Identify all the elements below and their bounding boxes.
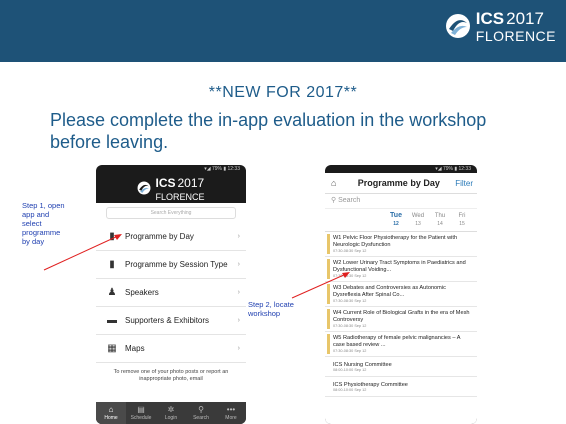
day-fri[interactable]: Fri 15 xyxy=(451,209,473,231)
ics-logo: ICS 2017 FLORENCE xyxy=(445,8,556,44)
menu-item-label: Supporters & Exhibitors xyxy=(125,316,210,325)
menu-item-label: Maps xyxy=(125,344,145,353)
step2-arrow xyxy=(291,272,350,299)
photo-report-note: To remove one of your photo posts or rep… xyxy=(113,369,229,382)
menu-item-label: Programme by Day xyxy=(125,232,194,241)
phone-home-screen: ▾◢ 79% ▮ 12:33 ICS 2017 FLORENCE Search E… xyxy=(96,165,246,424)
menu-item-supporters[interactable]: ▬ Supporters & Exhibitors › xyxy=(96,307,246,335)
chevron-right-icon: › xyxy=(237,317,240,324)
search-icon: ⚲ xyxy=(198,405,204,414)
search-everything-input[interactable]: Search Everything xyxy=(106,207,236,219)
status-bar: ▾◢ 79% ▮ 12:33 xyxy=(435,166,471,172)
menu-item-maps[interactable]: ▦ Maps › xyxy=(96,335,246,363)
menu-item-label: Speakers xyxy=(125,288,159,297)
logo-year-text: 2017 xyxy=(506,8,544,28)
session-row[interactable]: W5 Radiotherapy of female pelvic maligna… xyxy=(325,332,477,357)
tab-search[interactable]: ⚲ Search xyxy=(186,402,216,424)
header-banner: ICS 2017 FLORENCE xyxy=(0,0,566,62)
menu-item-label: Programme by Session Type xyxy=(125,260,228,269)
status-bar: ▾◢ 79% ▮ 12:33 xyxy=(204,166,240,172)
programme-header: ⌂ Programme by Day Filter xyxy=(325,173,477,194)
headline: **NEW FOR 2017** xyxy=(208,84,358,101)
page-title: Programme by Day xyxy=(357,178,440,188)
instruction-text: Please complete the in-app evaluation in… xyxy=(50,110,487,152)
step1-arrow xyxy=(43,234,122,271)
step2-annotation: Step 2, locate workshop xyxy=(248,300,294,318)
map-icon: ▦ xyxy=(107,342,117,354)
committee-row[interactable]: ICS Physiotherapy Committee 08:00-10:00 S… xyxy=(325,377,477,397)
day-wed[interactable]: Wed 13 xyxy=(407,209,429,231)
day-thu[interactable]: Thu 14 xyxy=(429,209,451,231)
tab-more[interactable]: ••• More xyxy=(216,402,246,424)
ics-swirl-icon xyxy=(445,13,471,39)
logo-city-text: FLORENCE xyxy=(475,27,556,44)
menu-item-speakers[interactable]: ♟ Speakers › xyxy=(96,279,246,307)
app-logo-city: FLORENCE xyxy=(155,192,205,202)
app-header: ICS 2017 FLORENCE xyxy=(96,173,246,203)
chevron-right-icon: › xyxy=(237,345,240,352)
home-icon[interactable]: ⌂ xyxy=(331,178,336,188)
chevron-right-icon: › xyxy=(237,233,240,240)
bottom-tab-bar: ⌂ Home ▤ Schedule ✲ Login ⚲ Search ••• More xyxy=(96,402,246,424)
session-row[interactable]: W4 Current Role of Biological Grafts in … xyxy=(325,307,477,332)
tab-login[interactable]: ✲ Login xyxy=(156,402,186,424)
tab-home[interactable]: ⌂ Home xyxy=(96,402,126,424)
filter-button[interactable]: Filter xyxy=(455,179,473,188)
chevron-right-icon: › xyxy=(237,289,240,296)
app-logo-ics: ICS xyxy=(155,176,176,190)
app-logo-year: 2017 xyxy=(177,176,205,190)
slide: ICS 2017 FLORENCE **NEW FOR 2017** Please… xyxy=(0,0,566,424)
monitor-icon: ▬ xyxy=(107,314,117,326)
more-icon: ••• xyxy=(226,405,236,414)
day-selector: Tue 12 Wed 13 Thu 14 Fri 15 xyxy=(325,209,477,232)
session-row[interactable]: W1 Pelvic Floor Physiotherapy for the Pa… xyxy=(325,232,477,257)
day-tue[interactable]: Tue 12 xyxy=(385,209,407,231)
search-input[interactable]: ⚲ Search xyxy=(325,194,477,209)
tab-schedule[interactable]: ▤ Schedule xyxy=(126,402,156,424)
calendar-icon: ▤ xyxy=(137,405,145,414)
gear-icon: ✲ xyxy=(167,405,175,414)
ics-swirl-icon xyxy=(138,181,151,195)
logo-ics-text: ICS xyxy=(475,8,505,28)
chevron-right-icon: › xyxy=(237,261,240,268)
committee-row[interactable]: ICS Nursing Committee 08:00-10:00 Sep 12 xyxy=(325,357,477,377)
home-icon: ⌂ xyxy=(108,405,114,414)
person-icon: ♟ xyxy=(107,286,117,298)
